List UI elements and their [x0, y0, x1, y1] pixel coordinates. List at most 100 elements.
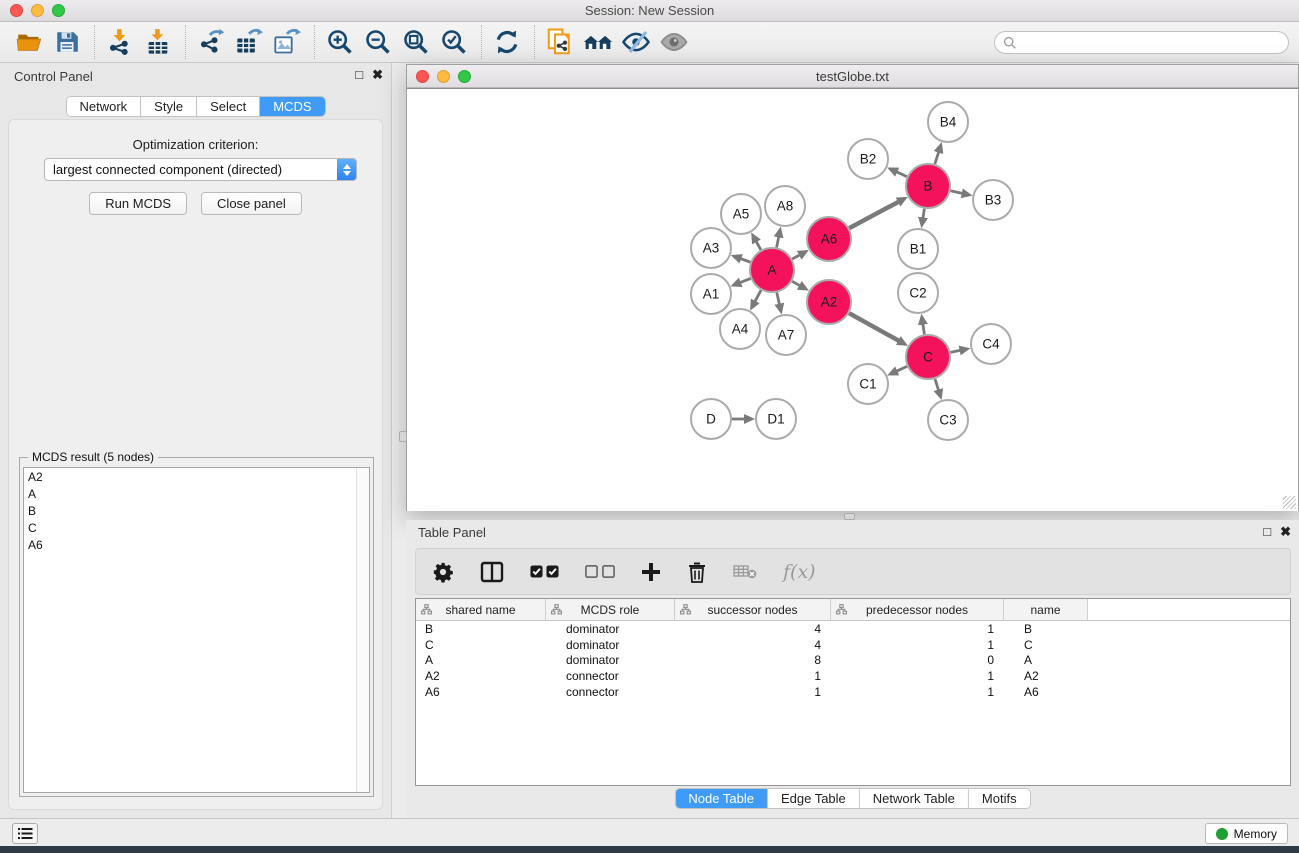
- zoom-in-icon[interactable]: [325, 27, 355, 57]
- function-builder-icon[interactable]: f(x): [783, 561, 816, 583]
- table-row[interactable]: A6connector11A6: [416, 684, 1290, 700]
- tab-network[interactable]: Network: [66, 97, 141, 116]
- table-cell[interactable]: connector: [546, 685, 675, 699]
- result-item[interactable]: C: [24, 519, 369, 536]
- edge-B-B1[interactable]: [923, 209, 925, 219]
- node-B2[interactable]: B2: [848, 139, 888, 179]
- node-C1[interactable]: C1: [848, 364, 888, 404]
- zoom-out-icon[interactable]: [363, 27, 393, 57]
- float-table-panel-icon[interactable]: □: [1263, 525, 1271, 539]
- node-C3[interactable]: C3: [928, 400, 968, 440]
- edge-B-B4[interactable]: [935, 152, 939, 164]
- table-cell[interactable]: A: [1004, 653, 1088, 667]
- maximize-traffic-light[interactable]: [52, 4, 65, 17]
- table-cell[interactable]: A2: [1004, 669, 1088, 683]
- tab-style[interactable]: Style: [141, 97, 197, 116]
- home-view-icon[interactable]: [583, 27, 613, 57]
- table-cell[interactable]: C: [1004, 638, 1088, 652]
- search-input[interactable]: [994, 31, 1289, 54]
- table-cell[interactable]: 1: [831, 638, 1004, 652]
- result-item[interactable]: A: [24, 485, 369, 502]
- edge-B-B3[interactable]: [951, 191, 963, 194]
- table-cell[interactable]: dominator: [546, 638, 675, 652]
- tab-select[interactable]: Select: [197, 97, 260, 116]
- table-cell[interactable]: 4: [675, 622, 831, 636]
- edge-C-C4[interactable]: [951, 350, 961, 352]
- node-A[interactable]: A: [750, 248, 794, 292]
- zoom-fit-icon[interactable]: [401, 27, 431, 57]
- memory-button[interactable]: Memory: [1205, 823, 1288, 844]
- node-A6[interactable]: A6: [807, 217, 851, 261]
- edge-C-C2[interactable]: [923, 324, 925, 335]
- node-C4[interactable]: C4: [971, 324, 1011, 364]
- network-graph[interactable]: B4B2BB3A5A8A6A3B1AA1C2A2A4A7C4CC1C3DD1: [407, 89, 1298, 511]
- column-header-predecessor-nodes[interactable]: predecessor nodes: [831, 599, 1004, 620]
- network-window-titlebar[interactable]: testGlobe.txt: [407, 65, 1298, 88]
- edge-A2-C[interactable]: [849, 313, 899, 341]
- table-cell[interactable]: A6: [416, 685, 546, 699]
- node-A4[interactable]: A4: [720, 309, 760, 349]
- criterion-dropdown[interactable]: largest connected component (directed): [44, 158, 357, 181]
- delete-column-trash-icon[interactable]: [687, 561, 707, 583]
- node-B1[interactable]: B1: [898, 229, 938, 269]
- network-maximize-traffic-light[interactable]: [458, 70, 471, 83]
- unchecked-boxes-icon[interactable]: [585, 565, 615, 578]
- table-tab-node-table[interactable]: Node Table: [675, 789, 768, 808]
- close-panel-icon[interactable]: ✖: [372, 68, 383, 82]
- export-network-icon[interactable]: [196, 27, 226, 57]
- table-cell[interactable]: 1: [675, 685, 831, 699]
- node-D[interactable]: D: [691, 399, 731, 439]
- gear-icon[interactable]: [432, 561, 454, 583]
- edge-A-A7[interactable]: [777, 293, 780, 305]
- table-cell[interactable]: 1: [831, 685, 1004, 699]
- network-close-traffic-light[interactable]: [416, 70, 429, 83]
- resize-grip-icon[interactable]: [1283, 496, 1296, 509]
- close-table-panel-icon[interactable]: ✖: [1280, 525, 1291, 539]
- edge-C-C1[interactable]: [896, 366, 907, 371]
- tab-mcds[interactable]: MCDS: [260, 97, 324, 116]
- save-icon[interactable]: [52, 27, 82, 57]
- open-folder-icon[interactable]: [14, 27, 44, 57]
- table-cell[interactable]: A2: [416, 669, 546, 683]
- node-A8[interactable]: A8: [765, 186, 805, 226]
- add-column-icon[interactable]: [641, 562, 661, 582]
- table-cell[interactable]: dominator: [546, 653, 675, 667]
- column-header-shared-name[interactable]: shared name: [416, 599, 546, 620]
- edge-A-A6[interactable]: [792, 255, 800, 259]
- edge-A-A1[interactable]: [740, 278, 751, 282]
- table-cell[interactable]: C: [416, 638, 546, 652]
- table-cell[interactable]: A6: [1004, 685, 1088, 699]
- node-A2[interactable]: A2: [807, 280, 851, 324]
- close-traffic-light[interactable]: [10, 4, 23, 17]
- edge-A-A2[interactable]: [792, 281, 800, 286]
- result-item[interactable]: A6: [24, 536, 369, 553]
- column-view-icon[interactable]: [480, 560, 504, 584]
- show-eye-icon[interactable]: [659, 27, 689, 57]
- table-cell[interactable]: dominator: [546, 622, 675, 636]
- table-row[interactable]: Bdominator41B: [416, 621, 1290, 637]
- edge-A-A8[interactable]: [777, 236, 779, 247]
- import-network-icon[interactable]: [105, 27, 135, 57]
- table-tab-edge-table[interactable]: Edge Table: [768, 789, 860, 808]
- horizontal-splitter-handle[interactable]: [844, 513, 855, 520]
- table-row[interactable]: Cdominator41C: [416, 637, 1290, 653]
- refresh-icon[interactable]: [492, 27, 522, 57]
- edge-A-A4[interactable]: [755, 290, 761, 302]
- export-image-icon[interactable]: [272, 27, 302, 57]
- edge-A-A5[interactable]: [756, 241, 761, 250]
- node-B3[interactable]: B3: [973, 180, 1013, 220]
- node-B4[interactable]: B4: [928, 102, 968, 142]
- node-C2[interactable]: C2: [898, 273, 938, 313]
- delete-table-icon[interactable]: [733, 564, 757, 580]
- table-cell[interactable]: connector: [546, 669, 675, 683]
- node-table[interactable]: shared nameMCDS rolesuccessor nodesprede…: [415, 598, 1291, 786]
- network-minimize-traffic-light[interactable]: [437, 70, 450, 83]
- table-cell[interactable]: 1: [675, 669, 831, 683]
- export-table-icon[interactable]: [234, 27, 264, 57]
- table-cell[interactable]: B: [1004, 622, 1088, 636]
- hide-eye-icon[interactable]: [621, 27, 651, 57]
- table-tab-network-table[interactable]: Network Table: [860, 789, 969, 808]
- minimize-traffic-light[interactable]: [31, 4, 44, 17]
- table-cell[interactable]: 4: [675, 638, 831, 652]
- node-A1[interactable]: A1: [691, 274, 731, 314]
